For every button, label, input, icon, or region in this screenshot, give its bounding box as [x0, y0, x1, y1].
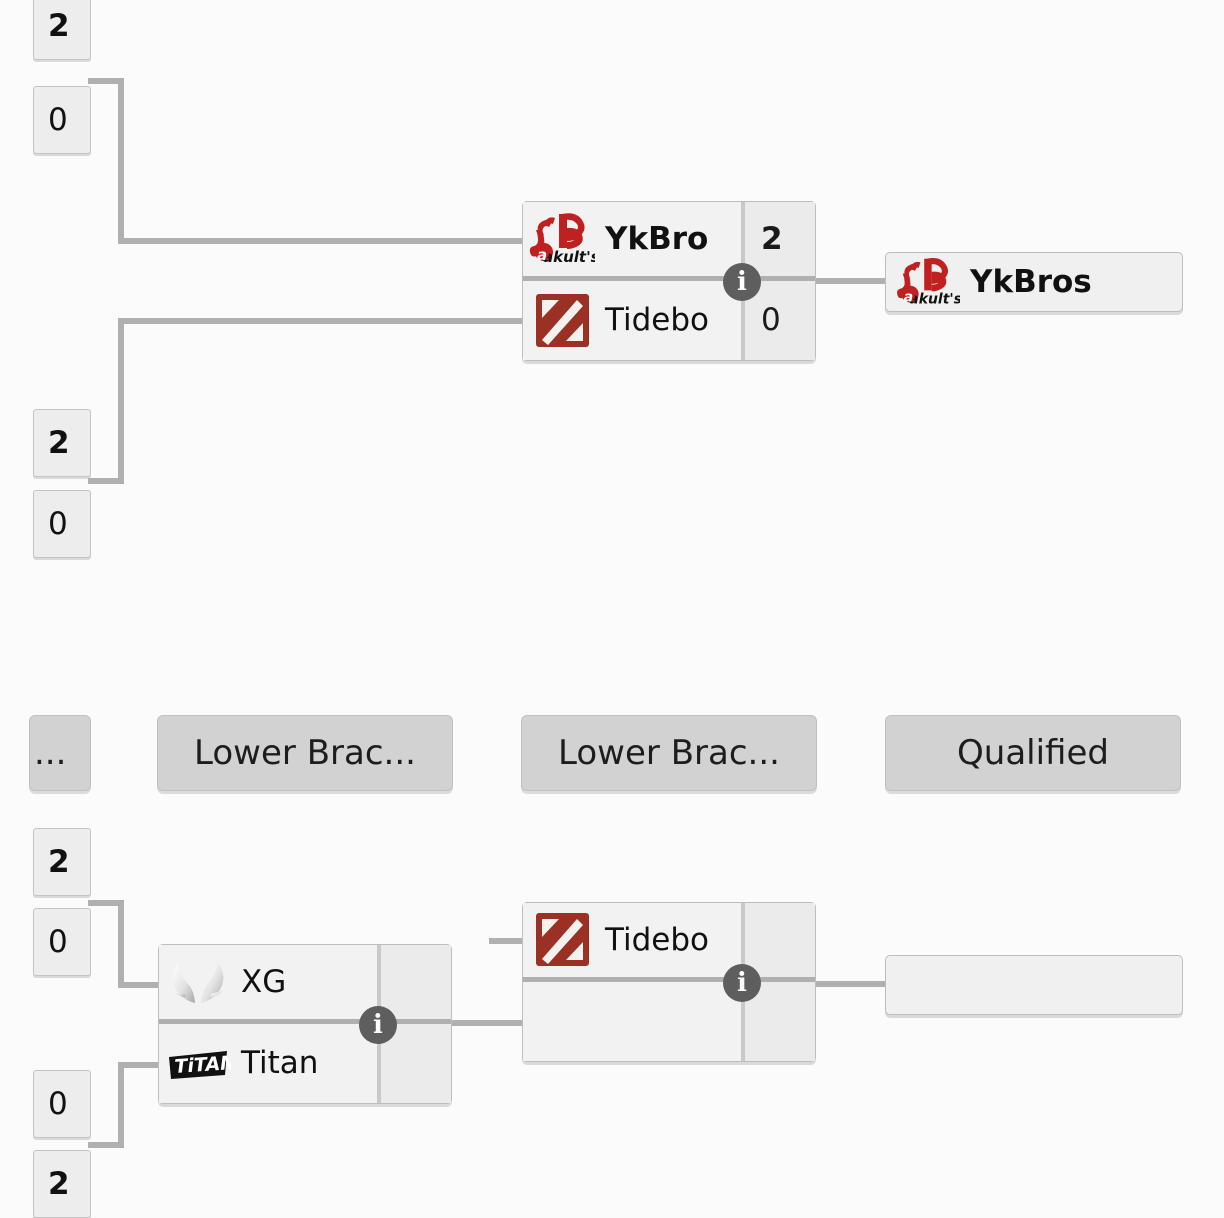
connector-line [118, 1062, 124, 1148]
score-stub[interactable]: 2 [33, 409, 91, 477]
match-opponent[interactable]: TiTAN Titan [159, 1024, 377, 1103]
connector-line [118, 78, 124, 244]
svg-text:a: a [537, 246, 547, 264]
round-header: Lower Brac... [521, 715, 817, 791]
connector-line [118, 982, 160, 988]
match-row[interactable] [523, 982, 815, 1061]
connector-line [118, 238, 524, 244]
match-info-icon[interactable]: i [359, 1006, 397, 1044]
match-box[interactable]: akult's a YkBro 2 Tidebo 0 i [522, 201, 816, 361]
team-name: YkBro [605, 220, 709, 257]
connector-line [118, 1062, 160, 1068]
svg-text:akult's: akult's [909, 291, 960, 307]
tournament-bracket: 2 0 2 0 akult's a YkBro 2 Tidebo 0 i aku… [0, 0, 1224, 1218]
connector-line [812, 981, 890, 987]
qualified-box[interactable] [885, 955, 1183, 1015]
connector-line [118, 318, 124, 484]
team-name: XG [241, 963, 287, 1000]
dota2-logo [529, 292, 595, 350]
round-header: Qualified [885, 715, 1181, 791]
match-info-icon[interactable]: i [723, 964, 761, 1002]
score-stub[interactable]: 2 [33, 0, 91, 60]
svg-text:TiTAN: TiTAN [174, 1051, 231, 1077]
team-score [377, 945, 451, 1019]
match-row[interactable]: Tidebo 0 [523, 281, 815, 360]
score-stub[interactable]: 0 [33, 86, 91, 154]
connector-line [118, 900, 124, 988]
qualified-box[interactable]: akult's a YkBros [885, 252, 1183, 312]
svg-text:a: a [904, 290, 913, 306]
match-row[interactable]: XG [159, 945, 451, 1024]
team-score [741, 903, 815, 977]
team-score: 2 [741, 202, 815, 276]
match-opponent[interactable]: akult's a YkBro [523, 202, 741, 276]
match-row[interactable]: Tidebo [523, 903, 815, 982]
bakults-logo: akult's a [894, 253, 960, 311]
team-name: Tidebo [605, 302, 709, 338]
empty-logo-placeholder [529, 993, 595, 1051]
connector-line [449, 1020, 525, 1026]
match-opponent[interactable]: Tidebo [523, 903, 741, 977]
dota2-logo [529, 911, 595, 969]
score-stub[interactable]: 0 [33, 490, 91, 558]
match-opponent[interactable]: XG [159, 945, 377, 1019]
match-info-icon[interactable]: i [723, 263, 761, 301]
xg-wings-logo [165, 953, 231, 1011]
match-row[interactable]: akult's a YkBro 2 [523, 202, 815, 281]
team-name: Titan [241, 1045, 319, 1081]
connector-line [812, 278, 890, 284]
score-stub[interactable]: 2 [33, 828, 91, 896]
connector-line [489, 938, 525, 944]
bakults-logo: akult's a [529, 210, 595, 268]
match-box[interactable]: Tidebo i [522, 902, 816, 1062]
round-header: ... [29, 715, 91, 791]
match-opponent[interactable]: Tidebo [523, 281, 741, 360]
empty-logo-placeholder [894, 956, 960, 1014]
score-stub[interactable]: 0 [33, 1070, 91, 1138]
team-name: Tidebo [605, 921, 709, 958]
svg-text:akult's: akult's [543, 248, 595, 266]
titan-logo: TiTAN [165, 1035, 231, 1093]
score-stub[interactable]: 0 [33, 908, 91, 976]
match-opponent[interactable] [523, 982, 741, 1061]
match-row[interactable]: TiTAN Titan [159, 1024, 451, 1103]
connector-line [118, 318, 524, 324]
team-name: YkBros [970, 263, 1092, 300]
match-box[interactable]: XG TiTAN Titan i [158, 944, 452, 1104]
round-header: Lower Brac... [157, 715, 453, 791]
score-stub[interactable]: 2 [33, 1150, 91, 1218]
